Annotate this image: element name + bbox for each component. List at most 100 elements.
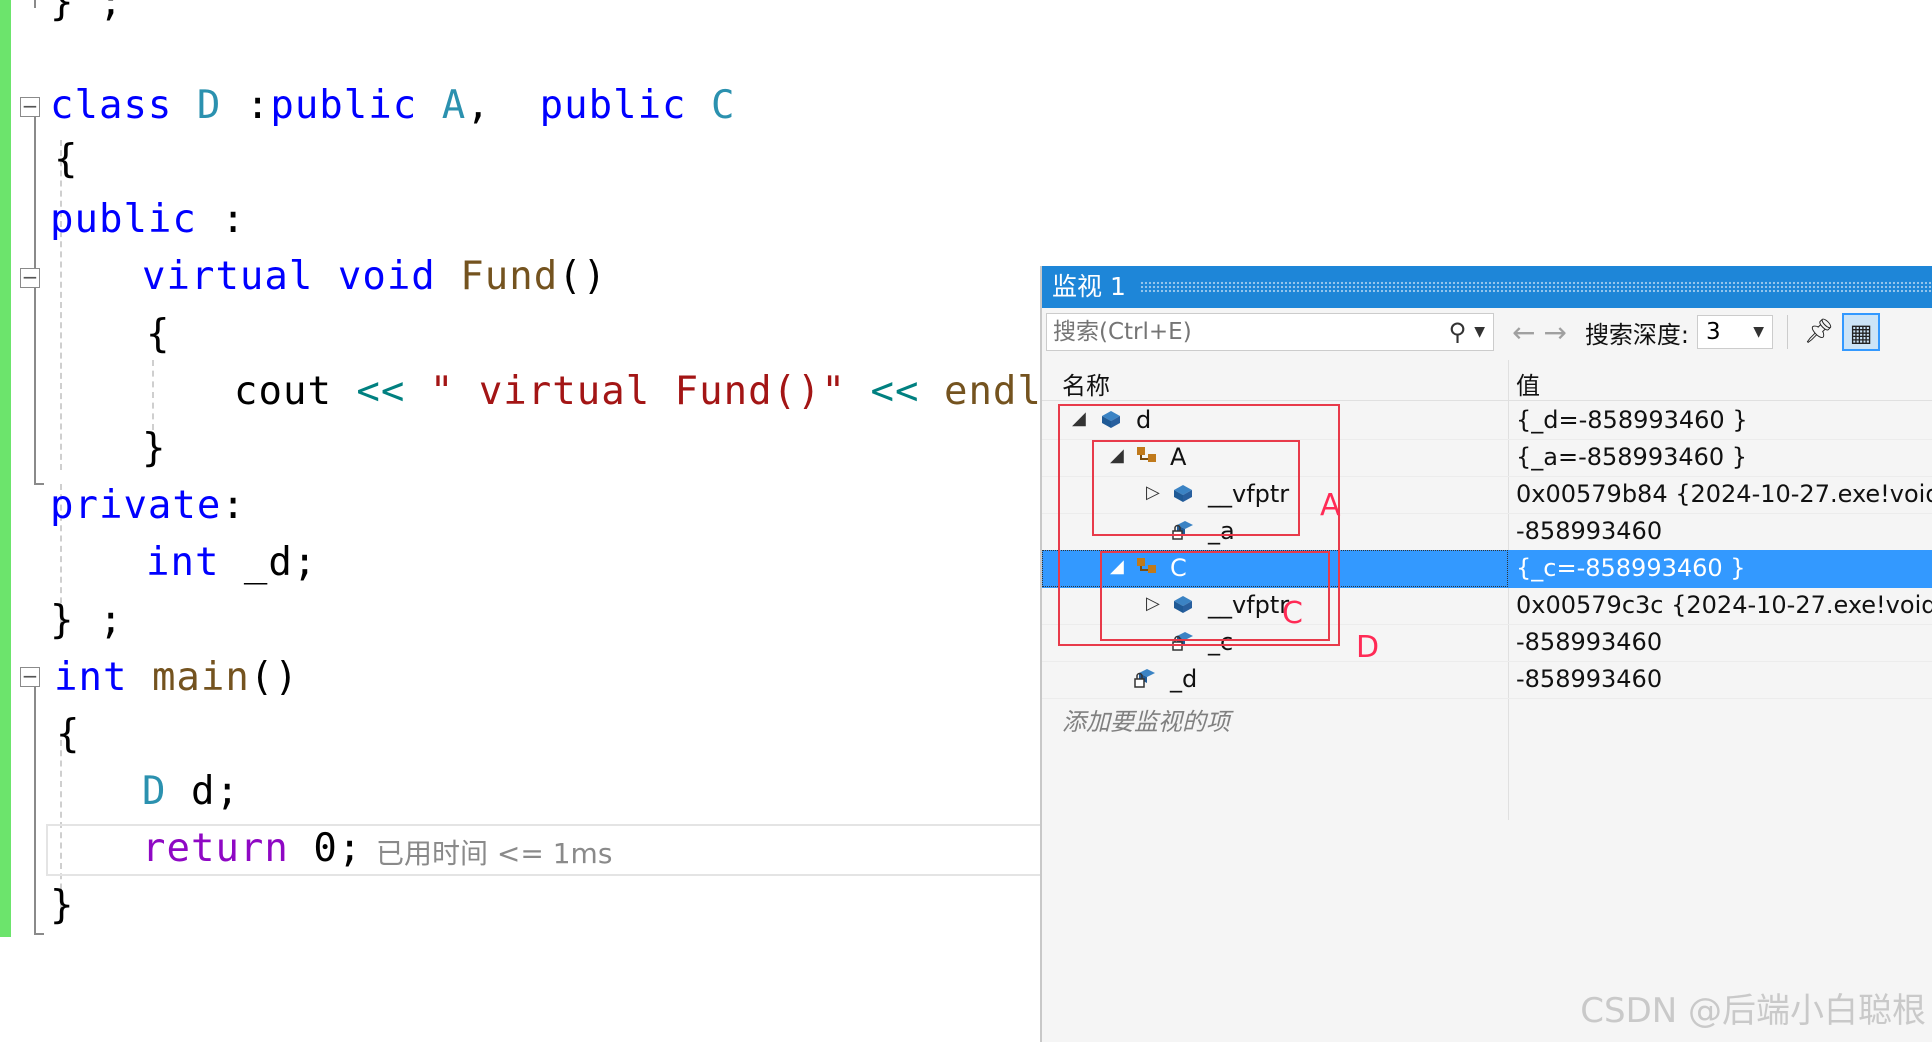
code-line[interactable]: } [50,881,74,931]
code-token: { [54,137,79,182]
code-token: " virtual Fund()" [429,369,847,414]
code-token: int [146,540,220,585]
watch-grid-header: 名称 值 [1042,360,1932,401]
code-token: class [50,83,173,128]
code-token: << [870,369,920,414]
search-box[interactable]: ⚲ ▼ [1046,313,1494,351]
code-token: cout [234,369,357,414]
code-token: D [196,83,222,128]
fold-line-end [34,483,44,485]
perf-tip[interactable]: 已用时间 <= 1ms [376,832,612,872]
watch-row-value: -858993460 [1516,628,1663,656]
code-line[interactable]: cout << " virtual Fund()" << endl; [234,367,1066,417]
fold-line-top [34,0,36,8]
fold-toggle-fund[interactable]: − [20,267,40,288]
fold-toggle-main[interactable]: − [20,666,40,687]
add-watch-placeholder: 添加要监视的项 [1062,708,1230,736]
code-token: main [151,655,250,700]
code-line[interactable]: int _d; [146,538,317,588]
code-token: : [221,483,246,528]
code-line[interactable]: { [146,310,170,360]
code-line[interactable]: } ; [50,596,123,646]
watch-window[interactable]: 监视 1 ⚲ ▼ ← → 搜索深度: 3 ▼ 📌︎ ▦ 名称 值 ◢ d {_d… [1040,266,1932,1042]
code-line[interactable]: class D :public A, public C [50,81,736,131]
pin-icon: 📌︎ [1803,317,1835,345]
code-token: public [270,83,418,128]
watch-toolbar: ⚲ ▼ ← → 搜索深度: 3 ▼ 📌︎ ▦ [1042,308,1932,356]
watch-row-value: {_a=-858993460 } [1516,443,1748,471]
search-input[interactable] [1047,318,1441,346]
annotation-box-a [1092,440,1300,536]
code-line[interactable]: return 0; [142,824,362,874]
code-token: , [466,83,540,128]
search-dropdown-icon[interactable]: ▼ [1474,324,1485,340]
column-header-value[interactable]: 值 [1516,366,1540,401]
code-token: private [50,483,222,528]
watch-row-value: -858993460 [1516,665,1663,693]
column-header-name[interactable]: 名称 [1062,366,1110,401]
code-token: virtual [142,254,314,299]
back-arrow-icon[interactable]: ← [1512,316,1535,349]
search-icon[interactable]: ⚲ [1449,318,1467,346]
indent-guide [152,360,154,430]
search-depth-select[interactable]: 3 ▼ [1697,315,1774,349]
code-token: { [146,312,171,357]
code-token: { [56,712,81,757]
code-token: () [249,655,299,700]
watch-row-d-field[interactable]: _d -858993460 [1042,661,1932,699]
watch-row-value: {_d=-858993460 } [1516,406,1748,434]
code-line[interactable]: { [56,710,80,760]
forward-arrow-icon[interactable]: → [1543,316,1566,349]
pin-button[interactable]: 📌︎ [1800,313,1838,351]
code-token: D [142,769,167,814]
watch-row-name: _d [1170,665,1198,693]
code-token: public [50,197,197,242]
code-editor[interactable]: − − − } ; class D :public A, public C { … [0,0,1065,1042]
add-watch-row[interactable]: 添加要监视的项 [1042,698,1932,736]
code-token: } [50,883,75,928]
code-line[interactable]: public : [50,195,246,245]
annotation-label-c: C [1282,596,1303,631]
watch-row-value: -858993460 [1516,517,1663,545]
view-format-button[interactable]: ▦ [1842,313,1881,351]
change-tracking-bar [0,0,11,937]
watch-title-bar[interactable]: 监视 1 [1042,266,1932,308]
chevron-down-icon: ▼ [1753,324,1765,340]
code-line[interactable]: } [142,424,166,474]
code-line[interactable]: { [54,135,78,185]
code-token: A [441,83,467,128]
code-token: } [142,426,167,471]
code-token: Fund [460,254,559,299]
code-token: public [539,83,687,128]
toolbar-separator [1787,315,1789,349]
code-line[interactable]: private: [50,481,246,531]
code-token: } ; [50,598,124,643]
code-line[interactable]: int main() [54,653,299,703]
watermark: CSDN @后端小白聪根 [1580,991,1926,1031]
code-token: () [558,254,608,299]
code-line[interactable]: D d; [142,767,240,817]
annotation-label-d: D [1356,630,1380,665]
search-depth-label: 搜索深度: [1584,320,1690,349]
code-token: _d; [219,540,318,585]
watch-row-value: 0x00579b84 {2024-10-27.exe!void(* D [1516,480,1932,508]
fold-line-main-end [34,933,44,935]
annotation-label-a: A [1320,488,1341,523]
code-line[interactable]: } ; [50,0,123,28]
code-token: 0; [288,826,363,871]
fold-line-class-d [34,117,36,483]
fold-toggle-class-d[interactable]: − [20,96,40,117]
code-token: C [711,83,736,128]
code-line[interactable]: virtual void Fund() [142,252,607,302]
watch-row-value: 0x00579c3c {2024-10-27.exe!void(* D [1516,591,1932,619]
watch-row-value: {_c=-858993460 } [1516,554,1746,582]
indent-guide [60,140,62,470]
code-token: void [337,254,436,299]
